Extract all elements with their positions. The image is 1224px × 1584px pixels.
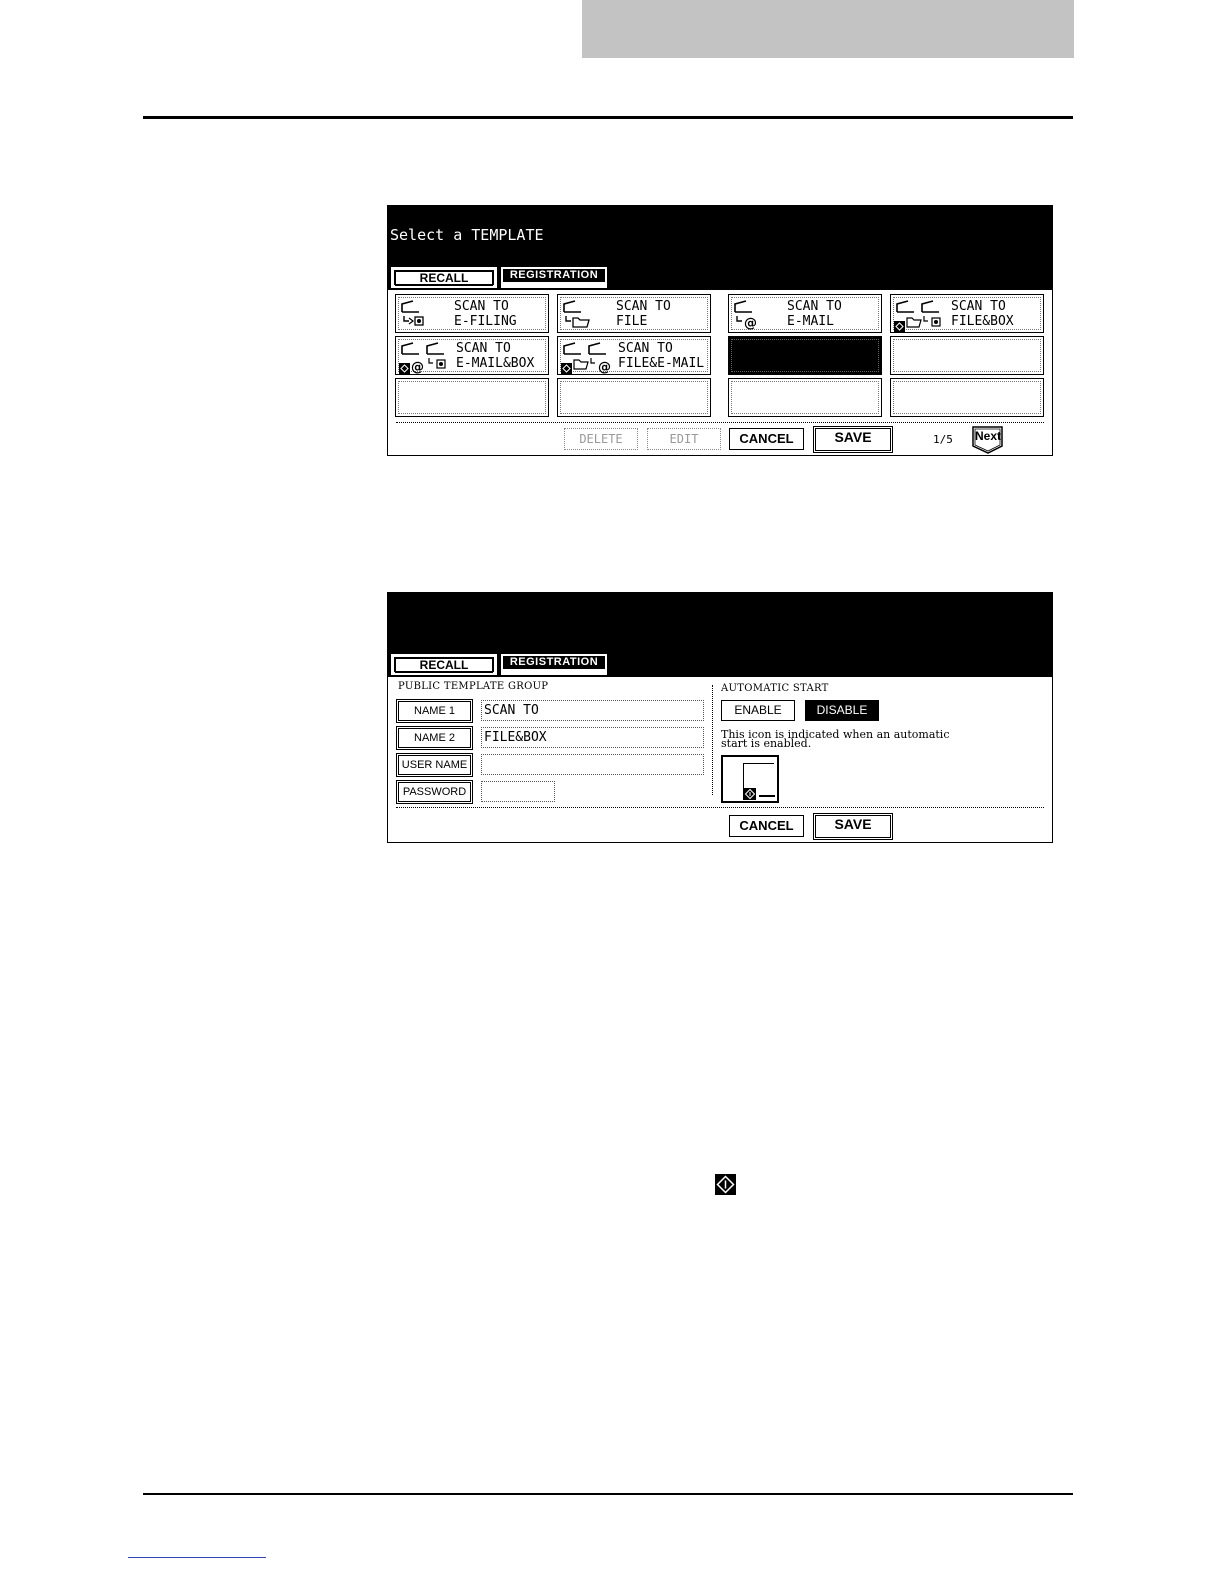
password-button[interactable]: PASSWORD bbox=[396, 780, 473, 804]
disable-button[interactable]: DISABLE bbox=[805, 700, 879, 721]
scan-to-file-box-icon bbox=[894, 300, 941, 332]
template-label-line1: SCAN TO bbox=[616, 299, 671, 314]
password-field[interactable] bbox=[481, 781, 555, 802]
template-label-line1: SCAN TO bbox=[951, 299, 1006, 314]
template-scan-to-file[interactable]: SCAN TO FILE bbox=[557, 294, 711, 333]
auto-start-icon bbox=[744, 788, 756, 800]
template-label-line2: E-MAIL bbox=[787, 314, 834, 329]
tab-recall[interactable]: RECALL bbox=[391, 267, 497, 288]
template-label-line1: SCAN TO bbox=[454, 299, 509, 314]
name1-field[interactable]: SCAN TO bbox=[481, 700, 704, 721]
template-slot-selected[interactable] bbox=[728, 336, 882, 375]
template-scan-to-email-box[interactable]: @ SCAN TO E-MAIL&BOX bbox=[395, 336, 549, 375]
top-rule bbox=[143, 116, 1073, 119]
template-registration-screen: RECALL REGISTRATION PUBLIC TEMPLATE GROU… bbox=[387, 592, 1053, 843]
scan-to-file-email-icon: @ bbox=[561, 342, 611, 374]
template-slot-empty[interactable] bbox=[557, 378, 711, 417]
enable-button[interactable]: ENABLE bbox=[721, 700, 795, 721]
auto-start-icon bbox=[715, 1174, 736, 1195]
tab-registration[interactable]: REGISTRATION bbox=[501, 267, 607, 288]
column-divider bbox=[712, 685, 713, 795]
template-label-line2: FILE bbox=[616, 314, 648, 329]
tab-recall[interactable]: RECALL bbox=[391, 654, 497, 675]
name2-button[interactable]: NAME 2 bbox=[396, 726, 473, 750]
cancel-button[interactable]: CANCEL bbox=[729, 428, 804, 450]
divider bbox=[396, 422, 1044, 423]
screen-title: Select a TEMPLATE bbox=[390, 226, 544, 244]
template-slot-empty[interactable] bbox=[890, 378, 1044, 417]
group-label: PUBLIC TEMPLATE GROUP bbox=[398, 681, 549, 692]
next-label: Next bbox=[975, 429, 1002, 443]
user-name-field[interactable] bbox=[481, 754, 704, 775]
cancel-button[interactable]: CANCEL bbox=[729, 815, 804, 837]
template-scan-to-email[interactable]: @ SCAN TO E-MAIL bbox=[728, 294, 882, 333]
template-label-line1: SCAN TO bbox=[618, 341, 673, 356]
template-label-line2: E-MAIL&BOX bbox=[456, 356, 535, 371]
tab-registration-label: REGISTRATION bbox=[503, 269, 605, 282]
bottom-rule bbox=[143, 1493, 1073, 1495]
auto-start-preview bbox=[721, 755, 779, 803]
tab-recall-label: RECALL bbox=[395, 271, 493, 286]
svg-text:@: @ bbox=[598, 360, 611, 374]
template-slot-empty[interactable] bbox=[728, 378, 882, 417]
svg-text:@: @ bbox=[744, 316, 757, 330]
save-button[interactable]: SAVE bbox=[813, 426, 893, 453]
tab-registration[interactable]: REGISTRATION bbox=[501, 654, 607, 675]
scan-to-email-box-icon: @ bbox=[399, 342, 446, 374]
template-label-line1: SCAN TO bbox=[787, 299, 842, 314]
edit-button[interactable]: EDIT bbox=[647, 428, 721, 450]
scan-to-efiling-icon bbox=[401, 300, 424, 326]
svg-text:@: @ bbox=[411, 360, 424, 374]
page-indicator: 1/5 bbox=[933, 433, 953, 446]
template-scan-to-file-email[interactable]: @ SCAN TO FILE&E-MAIL bbox=[557, 336, 711, 375]
automatic-start-note: This icon is indicated when an automatic… bbox=[721, 729, 949, 749]
screen-header: RECALL REGISTRATION bbox=[388, 593, 1052, 677]
user-name-button[interactable]: USER NAME bbox=[396, 753, 473, 777]
template-scan-to-efiling[interactable]: SCAN TO E-FILING bbox=[395, 294, 549, 333]
screen-header: Select a TEMPLATE RECALL REGISTRATION bbox=[388, 206, 1052, 290]
scan-to-file-icon bbox=[563, 300, 590, 328]
template-label-line2: FILE&E-MAIL bbox=[618, 356, 705, 371]
divider bbox=[396, 807, 1044, 808]
name2-field[interactable]: FILE&BOX bbox=[481, 727, 704, 748]
name1-button[interactable]: NAME 1 bbox=[396, 699, 473, 723]
template-slot-empty[interactable] bbox=[395, 378, 549, 417]
save-button[interactable]: SAVE bbox=[813, 813, 893, 840]
tab-recall-label: RECALL bbox=[395, 658, 493, 673]
template-slot-empty[interactable] bbox=[890, 336, 1044, 375]
header-gray-band bbox=[582, 0, 1074, 58]
scan-to-email-icon: @ bbox=[734, 300, 757, 330]
template-label-line1: SCAN TO bbox=[456, 341, 511, 356]
template-label-line2: E-FILING bbox=[454, 314, 517, 329]
next-button[interactable]: Next bbox=[972, 426, 1003, 454]
tab-registration-label: REGISTRATION bbox=[503, 656, 605, 669]
template-select-screen: Select a TEMPLATE RECALL REGISTRATION SC… bbox=[387, 205, 1053, 456]
delete-button[interactable]: DELETE bbox=[564, 428, 638, 450]
template-scan-to-file-box[interactable]: SCAN TO FILE&BOX bbox=[890, 294, 1044, 333]
footer-link-rule bbox=[128, 1557, 266, 1558]
template-label-line2: FILE&BOX bbox=[951, 314, 1014, 329]
automatic-start-label: AUTOMATIC START bbox=[721, 683, 829, 694]
